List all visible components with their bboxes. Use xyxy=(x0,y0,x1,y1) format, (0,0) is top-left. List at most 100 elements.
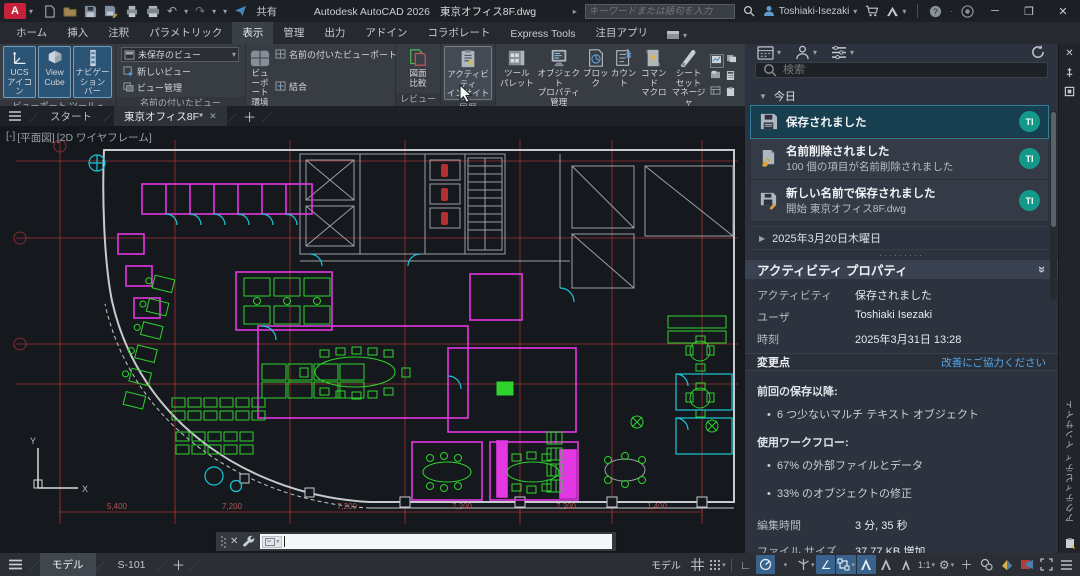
drawing-compare-button[interactable]: 図面 比較 xyxy=(399,46,437,91)
help-search-box[interactable] xyxy=(585,4,735,19)
autoscale-annotation-toggle[interactable] xyxy=(877,555,896,574)
tab-featured-apps[interactable]: 注目アプリ xyxy=(586,22,659,44)
workspace-switching-gear[interactable]: ⚙▾ xyxy=(937,555,956,574)
search-history-caret-icon[interactable]: ▸ xyxy=(573,7,577,16)
close-button[interactable]: ✕ xyxy=(1050,5,1076,18)
tab-addins[interactable]: アドイン xyxy=(355,22,417,44)
model-space-button[interactable]: モデル xyxy=(645,555,687,574)
collapse-chevron-icon[interactable]: » xyxy=(1035,266,1050,273)
graphics-performance-icon[interactable] xyxy=(997,555,1016,574)
autodesk-logo-icon[interactable] xyxy=(886,6,899,17)
ribbon-display-toggle[interactable]: ▾ xyxy=(666,30,687,44)
activity-item-purged[interactable]: 名前削除されました 100 個の項目が名前削除されました TI xyxy=(751,138,1048,180)
app-menu-button[interactable]: A xyxy=(4,3,26,19)
command-line[interactable]: ✕ ▾ xyxy=(215,531,617,552)
calculator-icon[interactable] xyxy=(726,70,740,84)
hardware-acceleration-icon[interactable] xyxy=(1017,555,1036,574)
palette-splitter-handle[interactable]: ········· xyxy=(745,250,1058,260)
help-caret-icon[interactable]: · xyxy=(950,7,953,16)
tab-view[interactable]: 表示 xyxy=(232,22,273,44)
minimize-button[interactable]: ─ xyxy=(982,5,1008,17)
isometric-drafting-toggle[interactable]: ▾ xyxy=(796,555,816,574)
layout-menu-icon[interactable] xyxy=(0,553,30,576)
annotation-monitor-toggle[interactable]: ＋ xyxy=(957,555,976,574)
join-viewports-button[interactable]: 結合 xyxy=(273,79,399,93)
palette-scrollbar-thumb[interactable] xyxy=(1051,112,1056,227)
activity-properties-header[interactable]: アクティビティ プロパティ » xyxy=(745,260,1058,279)
mini-palette-icon-2[interactable] xyxy=(726,54,740,68)
undo-icon[interactable]: ↶ xyxy=(167,4,177,18)
command-line-grip-icon[interactable] xyxy=(220,535,226,549)
print-icon[interactable] xyxy=(146,5,160,18)
help-search-input[interactable] xyxy=(589,6,731,17)
file-tab-document[interactable]: 東京オフィス8F* ✕ xyxy=(114,106,227,126)
clipboard-icon[interactable] xyxy=(726,86,740,100)
viewport-visual-style-label[interactable]: [2D ワイヤフレーム] xyxy=(57,130,152,145)
new-view-button[interactable]: 新しいビュー xyxy=(121,64,240,78)
share-button[interactable]: 共有 xyxy=(256,4,277,19)
tab-parametric[interactable]: パラメトリック xyxy=(139,22,232,44)
tab-output[interactable]: 出力 xyxy=(314,22,355,44)
new-layout-button[interactable]: ＋ xyxy=(168,553,190,576)
properties-palette-button[interactable]: オブジェクト プロパティ管理 xyxy=(537,46,581,107)
new-file-icon[interactable] xyxy=(43,5,56,18)
restore-button[interactable]: ❐ xyxy=(1016,5,1042,18)
activity-item-saved[interactable]: 保存されました TI xyxy=(751,106,1048,138)
mini-palette-icon-3[interactable] xyxy=(710,70,724,84)
command-line-close-icon[interactable]: ✕ xyxy=(230,536,238,547)
customize-status-bar-icon[interactable] xyxy=(1057,555,1076,574)
annotation-scale-value[interactable]: 1:1▾ xyxy=(917,555,936,574)
feedback-link[interactable]: 改善にご協力ください xyxy=(941,355,1046,370)
layout-tab-model[interactable]: モデル xyxy=(40,553,96,576)
ucs-icon-button[interactable]: UCS アイコン xyxy=(3,46,36,98)
blocks-palette-button[interactable]: ブロック xyxy=(583,46,609,107)
redo-icon[interactable]: ↷ xyxy=(195,4,205,18)
command-input[interactable]: ▾ xyxy=(260,534,612,549)
tab-manage[interactable]: 管理 xyxy=(273,22,314,44)
tab-annotate[interactable]: 注釈 xyxy=(98,22,139,44)
viewport-view-label[interactable]: [平面図] xyxy=(17,130,54,145)
annotation-visibility-toggle[interactable] xyxy=(857,555,876,574)
file-tab-close-icon[interactable]: ✕ xyxy=(209,111,217,122)
polar-tracking-caret[interactable]: ▾ xyxy=(776,555,795,574)
new-drawing-tab-button[interactable]: ＋ xyxy=(239,106,261,126)
palette-search-input[interactable] xyxy=(783,64,1040,76)
count-palette-button[interactable]: カウント xyxy=(611,46,637,107)
viewport-controls-label[interactable]: [-] xyxy=(6,130,15,145)
autodesk-caret-icon[interactable]: ▾ xyxy=(902,7,906,16)
undo-caret-icon[interactable]: ▾ xyxy=(184,7,188,16)
date-range-filter[interactable]: ▾ xyxy=(757,45,781,60)
command-line-wrench-icon[interactable] xyxy=(242,535,256,548)
ortho-mode-toggle[interactable]: ∟ xyxy=(736,555,755,574)
snap-mode-toggle[interactable]: ▾ xyxy=(708,555,727,574)
palette-search-box[interactable] xyxy=(755,62,1048,78)
save-as-icon[interactable] xyxy=(104,5,118,18)
save-icon[interactable] xyxy=(84,5,97,18)
redo-caret-icon[interactable]: ▾ xyxy=(212,7,216,16)
command-recent-icon[interactable]: ▾ xyxy=(262,536,282,548)
file-tab-start[interactable]: スタート xyxy=(40,106,102,126)
tab-insert[interactable]: 挿入 xyxy=(57,22,98,44)
palette-properties-icon[interactable] xyxy=(1064,86,1075,97)
user-filter[interactable]: ▾ xyxy=(795,45,817,60)
notification-icon[interactable] xyxy=(961,5,974,18)
plot-icon[interactable] xyxy=(125,5,139,18)
grid-display-toggle[interactable] xyxy=(688,555,707,574)
activity-mini-icon[interactable] xyxy=(710,54,724,68)
section-today[interactable]: ▼ 今日 xyxy=(751,86,1048,106)
object-snap-tracking-toggle[interactable]: ∠ xyxy=(816,555,835,574)
signed-in-user[interactable]: Toshiaki-Isezaki ▾ xyxy=(763,5,858,17)
palette-scrollbar[interactable] xyxy=(1050,110,1057,300)
section-older-date[interactable]: ▶ 2025年3月20日木曜日 xyxy=(751,226,1048,250)
viewcube-button[interactable]: View Cube xyxy=(38,46,71,98)
named-viewports-button[interactable]: 名前の付いたビューポート xyxy=(273,47,399,61)
isolate-objects-toggle[interactable] xyxy=(977,555,996,574)
event-type-filter[interactable]: ▾ xyxy=(831,46,854,59)
search-icon[interactable] xyxy=(743,5,755,17)
layout-tab-s101[interactable]: S-101 xyxy=(106,553,158,576)
help-icon[interactable]: ? xyxy=(929,5,942,18)
clean-screen-toggle[interactable] xyxy=(1037,555,1056,574)
tool-palettes-button[interactable]: ツール パレット xyxy=(499,46,535,107)
object-snap-toggle[interactable]: ▾ xyxy=(836,555,856,574)
file-tabs-menu-icon[interactable] xyxy=(2,106,28,126)
